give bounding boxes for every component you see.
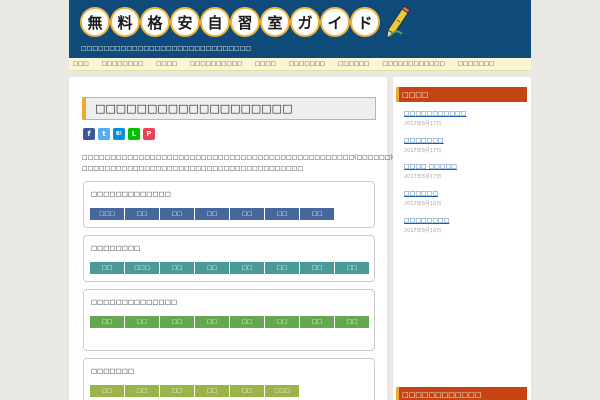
area-chip[interactable]: □□	[195, 385, 230, 397]
sidebar: □□□□ □□□□□□□□□□□ 2017年8月17日 □□□□□□□ 2017…	[393, 77, 531, 400]
area-chip[interactable]: □□□	[265, 385, 300, 397]
nav-item[interactable]: □□□□□□	[338, 61, 369, 67]
main-content: □□□□□□□□□□□□□□□□□□□ f t B! L P □□□□□□□□□…	[69, 77, 484, 400]
area-chip[interactable]: □□	[335, 316, 370, 328]
facebook-share-icon[interactable]: f	[83, 128, 95, 140]
recent-post-date: 2017年8月16日	[404, 201, 442, 207]
nav-item[interactable]: □□□□□□□□□□□□	[382, 61, 444, 67]
recent-post-link[interactable]: □□□□□□□	[404, 137, 444, 144]
logo-char: イ	[320, 7, 350, 37]
area-chip[interactable]: □□	[125, 316, 160, 328]
area-chip[interactable]: □□	[300, 208, 335, 220]
area-chip[interactable]: □□	[160, 208, 195, 220]
area-chip[interactable]: □□	[160, 316, 195, 328]
area-chip[interactable]: □□	[230, 385, 265, 397]
sidebar-heading-secondary: □□□□□□□□□□□□	[396, 387, 527, 400]
area-chip[interactable]: □□	[90, 262, 125, 274]
area-chip[interactable]: □□	[300, 262, 335, 274]
area-chip[interactable]: □□	[195, 208, 230, 220]
nav-item[interactable]: □□□□	[255, 61, 276, 67]
logo-char: 自	[200, 7, 230, 37]
recent-post-link[interactable]: □□□□□□□□	[404, 217, 449, 224]
area-chip[interactable]: □□	[230, 262, 265, 274]
area-chip[interactable]: □□	[90, 385, 125, 397]
nav-item[interactable]: □□□□□□□	[289, 61, 325, 67]
intro-line: □□□□□□□□□□□□□□□□□□□□□□□□□□□□□□□□□□□□□□□	[82, 165, 304, 172]
area-box: □□□□□□□□□□□□□ □□□ □□ □□ □□ □□ □□ □□	[83, 181, 375, 228]
logo-char: ガ	[290, 7, 320, 37]
intro-line: □□□□□□□□□□□□□□□□□□□□□□□□□□□□□□□□□□□□□□□□…	[82, 154, 484, 161]
logo-char: 室	[260, 7, 290, 37]
line-share-icon[interactable]: L	[128, 128, 140, 140]
main-nav: □□□ □□□□□□□□ □□□□ □□□□□□□□□□ □□□□ □□□□□□…	[69, 58, 531, 71]
area-chip[interactable]: □□	[160, 385, 195, 397]
recent-post-date: 2017年8月17日	[404, 174, 442, 180]
area-chip[interactable]: □□	[195, 316, 230, 328]
site-tagline: □□□□□□□□□□□□□□□□□□□□□□□□□□□□□□	[81, 45, 252, 52]
area-chip[interactable]: □□	[125, 208, 160, 220]
recent-post-date: 2017年8月16日	[404, 228, 442, 234]
recent-post-link[interactable]: □□□□ □□□□□	[404, 163, 457, 170]
nav-item[interactable]: □□□□□□□□□□	[190, 61, 242, 67]
area-chip[interactable]: □□	[230, 208, 265, 220]
site-header: 無 料 格 安 自 習 室 ガ イ ド □□□□□□□□□□□□□□□□□□□□…	[69, 0, 531, 58]
recent-post-date: 2017年8月17日	[404, 121, 442, 127]
area-box-title: □□□□□□□	[91, 367, 134, 375]
logo-char: 安	[170, 7, 200, 37]
area-chip[interactable]: □□	[265, 262, 300, 274]
logo-char: 無	[80, 7, 110, 37]
area-chip-list: □□ □□ □□ □□ □□ □□□	[90, 385, 370, 399]
area-chip[interactable]: □□□	[90, 208, 125, 220]
area-chip[interactable]: □□□	[125, 262, 160, 274]
twitter-share-icon[interactable]: t	[98, 128, 110, 140]
site-logo[interactable]: 無 料 格 安 自 習 室 ガ イ ド	[80, 5, 412, 39]
recent-post-date: 2017年8月17日	[404, 148, 442, 154]
area-box: □□□□□□□ □□ □□ □□ □□ □□ □□□	[83, 358, 375, 400]
logo-char: ド	[350, 7, 380, 37]
area-box-title: □□□□□□□□	[91, 244, 141, 252]
area-chip-list: □□ □□ □□ □□ □□ □□ □□ □□	[90, 316, 370, 330]
area-box-title: □□□□□□□□□□□□□□	[91, 298, 177, 306]
area-box: □□□□□□□□ □□ □□□ □□ □□ □□ □□ □□ □□	[83, 235, 375, 282]
area-chip-list: □□□ □□ □□ □□ □□ □□ □□	[90, 208, 370, 222]
logo-char: 料	[110, 7, 140, 37]
share-buttons: f t B! L P	[83, 128, 158, 140]
area-chip[interactable]: □□	[125, 385, 160, 397]
area-chip[interactable]: □□	[160, 262, 195, 274]
area-chip-list: □□ □□□ □□ □□ □□ □□ □□ □□	[90, 262, 370, 276]
recent-post-link[interactable]: □□□□□□□□□□□	[404, 110, 466, 117]
area-chip[interactable]: □□	[265, 316, 300, 328]
area-chip[interactable]: □□	[300, 316, 335, 328]
area-chip[interactable]: □□	[230, 316, 265, 328]
intro-text: □□□□□□□□□□□□□□□□□□□□□□□□□□□□□□□□□□□□□□□ □…	[82, 152, 484, 174]
area-chip[interactable]: □□	[195, 262, 230, 274]
nav-item[interactable]: □□□	[73, 61, 89, 67]
logo-char: 習	[230, 7, 260, 37]
hatena-share-icon[interactable]: B!	[113, 128, 125, 140]
post-title: □□□□□□□□□□□□□□□□□□□	[82, 97, 376, 120]
logo-char: 格	[140, 7, 170, 37]
area-box-title: □□□□□□□□□□□□□	[91, 190, 171, 198]
recent-post-link[interactable]: □□□□□□	[404, 190, 438, 197]
area-chip[interactable]: □□	[90, 316, 125, 328]
area-chip[interactable]: □□	[335, 262, 370, 274]
area-chip[interactable]: □□	[265, 208, 300, 220]
nav-item[interactable]: □□□□□□□	[458, 61, 494, 67]
pencil-icon	[386, 5, 411, 39]
area-box: □□□□□□□□□□□□□□ □□ □□ □□ □□ □□ □□ □□ □□	[83, 289, 375, 351]
nav-item[interactable]: □□□□	[156, 61, 177, 67]
sidebar-heading-recent: □□□□	[396, 87, 527, 102]
nav-item[interactable]: □□□□□□□□	[102, 61, 144, 67]
pocket-share-icon[interactable]: P	[143, 128, 155, 140]
